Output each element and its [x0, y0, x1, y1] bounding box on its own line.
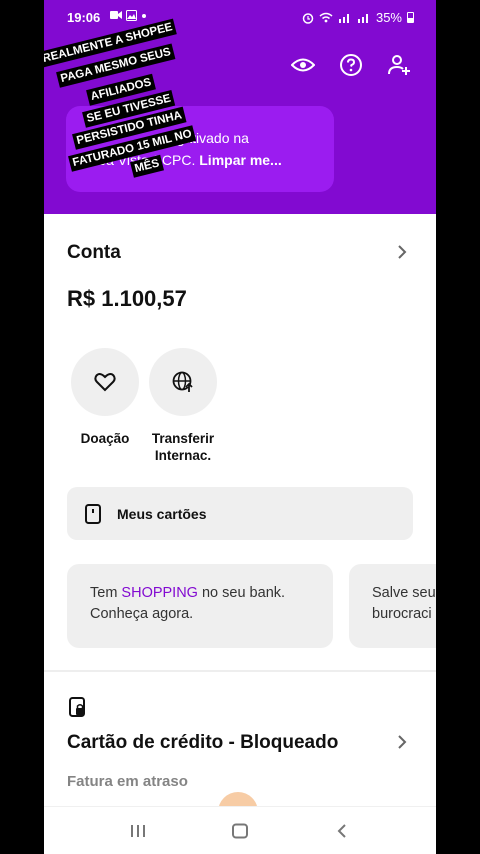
home-icon[interactable] — [228, 821, 252, 841]
status-system-icons: 35% — [302, 10, 414, 25]
card-icon — [85, 503, 101, 524]
video-caption-overlay: REALMENTE A SHOPEE PAGA MESMO SEUS AFILI… — [44, 14, 204, 178]
promo-card-second[interactable]: Salve seu burocraci — [349, 564, 436, 648]
signal-icon-2 — [357, 14, 368, 23]
credit-card-title[interactable]: Cartão de crédito - Bloqueado — [67, 732, 338, 754]
donation-label: Doação — [80, 431, 130, 446]
locked-card-icon — [69, 697, 85, 717]
back-icon[interactable] — [330, 821, 354, 841]
promo2-line1: Salve seu — [372, 585, 436, 601]
promo-line2: Conheça agora. — [90, 606, 194, 622]
header-actions — [290, 52, 412, 78]
account-title[interactable]: Conta — [67, 242, 121, 264]
international-transfer-button[interactable]: Transferir Internac. — [139, 348, 227, 464]
account-balance: R$ 1.100,57 — [67, 286, 187, 311]
recents-icon[interactable] — [126, 821, 150, 841]
my-cards-label: Meus cartões — [117, 505, 207, 522]
donation-circle[interactable] — [71, 348, 139, 416]
eye-icon[interactable] — [290, 52, 316, 78]
battery-percent: 35% — [375, 10, 402, 25]
transfer-label-line1: Transferir — [151, 431, 215, 446]
heart-icon — [94, 373, 116, 392]
wifi-icon — [319, 12, 333, 23]
my-cards-button[interactable]: Meus cartões — [67, 487, 413, 540]
promo-text: Salve seu burocraci — [372, 583, 436, 625]
app-screen: 19:06 35% negativado na Vista SCPC. Limp… — [44, 0, 436, 854]
donation-button[interactable]: Doação — [61, 348, 149, 447]
help-icon[interactable] — [338, 52, 364, 78]
international-transfer-circle[interactable] — [149, 348, 217, 416]
chevron-right-icon[interactable] — [394, 243, 410, 261]
globe-transfer-icon — [172, 371, 193, 392]
promo-highlight[interactable]: SHOPPING — [121, 585, 198, 601]
promo2-line2: burocraci — [372, 606, 432, 622]
promo-card-shopping[interactable]: Tem SHOPPING no seu bank. Conheça agora. — [67, 564, 333, 648]
credit-card-subtitle: Fatura em atraso — [67, 773, 188, 790]
international-transfer-label: Transferir Internac. — [139, 430, 227, 464]
android-nav-bar — [44, 806, 436, 854]
chevron-right-icon[interactable] — [394, 733, 410, 751]
banner-link[interactable]: Limpar me... — [199, 152, 281, 168]
promo-pre: Tem — [90, 585, 122, 601]
transfer-label-line2: Internac. — [154, 448, 212, 463]
battery-icon — [407, 12, 414, 23]
promo-text: Tem SHOPPING no seu bank. Conheça agora. — [90, 583, 285, 625]
add-person-icon[interactable] — [386, 52, 412, 78]
alarm-icon — [302, 12, 314, 24]
section-divider — [44, 670, 436, 672]
header: 19:06 35% negativado na Vista SCPC. Limp… — [44, 0, 436, 214]
signal-icon — [338, 14, 349, 23]
promo-post: no seu bank. — [197, 585, 286, 601]
